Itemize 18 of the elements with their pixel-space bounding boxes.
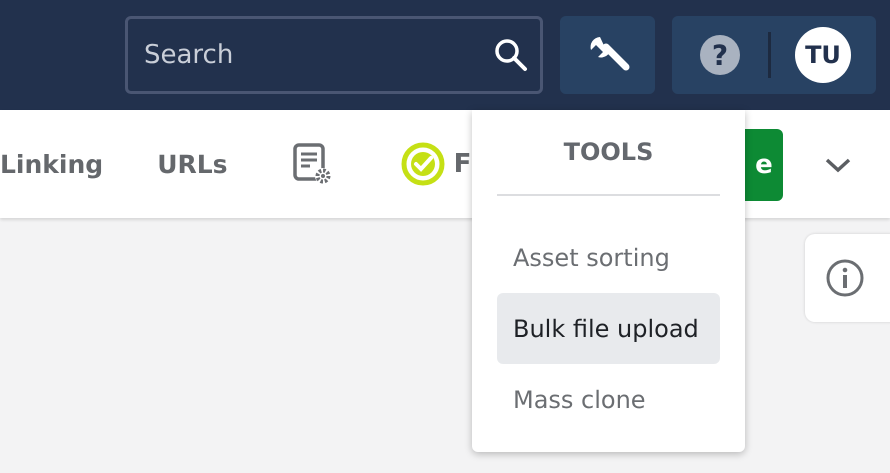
nav-tab[interactable]: URLs [157, 150, 228, 178]
search-field[interactable]: Search [125, 16, 543, 94]
menu-item[interactable]: Asset sorting [497, 222, 720, 293]
search-icon [493, 37, 529, 73]
nav-tab[interactable]: F [454, 149, 472, 179]
tools-button[interactable] [560, 16, 655, 94]
nav-tab[interactable]: Linking [0, 150, 104, 178]
user-avatar[interactable]: TU [795, 27, 851, 83]
chevron-down-icon[interactable] [825, 157, 851, 173]
action-button[interactable]: e [745, 129, 783, 201]
help-icon[interactable]: ? [700, 35, 740, 75]
info-button[interactable] [805, 234, 890, 322]
check-circle-icon [400, 141, 446, 187]
menu-title: TOOLS [562, 137, 654, 168]
menu-item[interactable]: Mass clone [497, 364, 720, 435]
info-icon [825, 258, 865, 298]
document-settings-icon[interactable] [292, 142, 332, 186]
menu-item[interactable]: Bulk file upload [497, 293, 720, 364]
